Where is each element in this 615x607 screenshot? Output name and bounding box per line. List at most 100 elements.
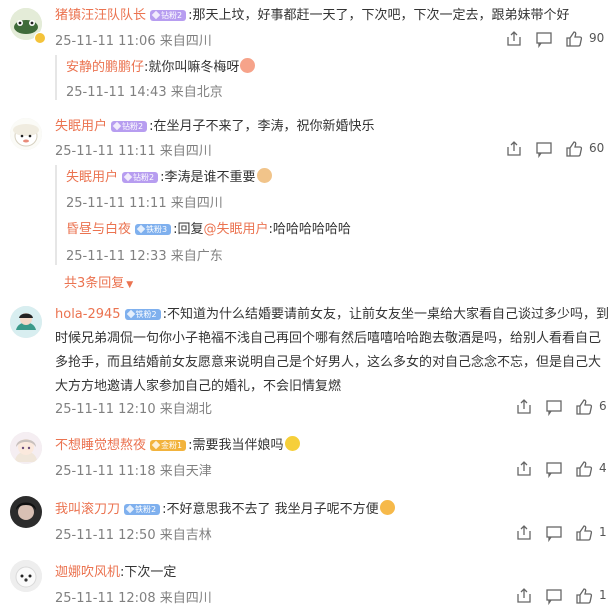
comment-actions: 6 bbox=[515, 398, 615, 418]
avatar[interactable] bbox=[10, 496, 42, 528]
reply-username[interactable]: 失眠用户 bbox=[66, 170, 118, 185]
comment-icon[interactable] bbox=[535, 140, 553, 158]
share-icon[interactable] bbox=[505, 140, 523, 158]
comment-actions: 4 bbox=[515, 460, 615, 480]
comment-icon[interactable] bbox=[535, 30, 553, 48]
fan-badge-label: 铁粉2 bbox=[135, 310, 157, 319]
more-replies-link[interactable]: 共3条回复 ▼ bbox=[64, 272, 133, 291]
reply-meta: 25-11-11 14:43 来自北京 bbox=[66, 85, 223, 100]
comment-icon[interactable] bbox=[545, 587, 563, 605]
comment-line: 失眠用户 钻粉2:在坐月子不来了，李涛，祝你新婚快乐 bbox=[55, 118, 375, 136]
reply-line: 失眠用户 钻粉2 :李涛是谁不重要 bbox=[66, 168, 272, 187]
comment-line: hola-2945 铁粉2 :不知道为什么结婚要请前女友，让前女友坐一桌给大家看自己… bbox=[55, 306, 609, 324]
comment-icon[interactable] bbox=[545, 524, 563, 542]
like-icon[interactable] bbox=[575, 524, 593, 542]
like-icon[interactable] bbox=[575, 398, 593, 416]
like-count: 4 bbox=[599, 461, 607, 475]
fan-badge-label: 钻粉2 bbox=[133, 173, 155, 182]
avatar[interactable] bbox=[10, 432, 42, 464]
comment-text: :不知道为什么结婚要请前女友，让前女友坐一桌给大家看自己谈过多少吗，到 bbox=[162, 307, 610, 322]
chevron-down-icon: ▼ bbox=[126, 280, 134, 290]
comment-meta: 25-11-11 12:10 来自湖北 bbox=[55, 402, 212, 417]
username[interactable]: 不想睡觉想熬夜 bbox=[55, 438, 146, 453]
like-icon[interactable] bbox=[575, 587, 593, 605]
like-count: 6 bbox=[599, 399, 607, 413]
like-icon[interactable] bbox=[575, 460, 593, 478]
reply-text: :就你叫嘛冬梅呀 bbox=[144, 60, 240, 75]
like-count: 1 bbox=[599, 525, 607, 539]
comment-item: 我叫滚刀刀 铁粉2 :不好意思我不去了 我坐月子呢不方便 25-11-11 12:5… bbox=[0, 492, 615, 547]
reply-username[interactable]: 安静的鹏鹏仔 bbox=[66, 60, 144, 75]
reply-text: :李涛是谁不重要 bbox=[160, 170, 256, 185]
diamond-icon bbox=[151, 10, 161, 20]
share-icon[interactable] bbox=[515, 587, 533, 605]
more-replies-label: 共3条回复 bbox=[64, 276, 125, 291]
comment-meta: 25-11-11 11:18 来自天津 bbox=[55, 464, 212, 479]
avatar[interactable] bbox=[10, 560, 42, 592]
comment-item: 不想睡觉想熬夜 金粉1:需要我当伴娘吗 25-11-11 11:18 来自天津 4 bbox=[0, 428, 615, 483]
reply-text: :哈哈哈哈哈哈 bbox=[268, 222, 351, 237]
avatar[interactable] bbox=[10, 306, 42, 338]
comment-text: :那天上坟，好事都赶一天了，下次吧，下次一定去，跟弟妹带个好 bbox=[188, 8, 570, 23]
reply-prefix: :回复 bbox=[173, 222, 204, 237]
like-icon[interactable] bbox=[565, 30, 583, 48]
comment-meta: 25-11-11 11:11 来自四川 bbox=[55, 144, 212, 159]
fan-badge: 铁粉2 bbox=[124, 309, 161, 320]
comment-text: 大方方地邀请人家参加自己的婚礼，不会旧情复燃 bbox=[55, 379, 342, 394]
username[interactable]: 失眠用户 bbox=[55, 119, 107, 134]
fan-badge: 钻粉2 bbox=[122, 172, 159, 183]
fan-badge-label: 钻粉2 bbox=[122, 122, 144, 131]
comment-icon[interactable] bbox=[545, 460, 563, 478]
diamond-icon bbox=[136, 224, 146, 234]
fan-badge: 铁粉2 bbox=[124, 504, 161, 515]
like-count: 90 bbox=[589, 31, 605, 45]
reply-meta: 25-11-11 11:11 来自四川 bbox=[66, 196, 223, 211]
share-icon[interactable] bbox=[515, 524, 533, 542]
fan-badge: 铁粉3 bbox=[135, 224, 172, 235]
reply-meta: 25-11-11 12:33 来自广东 bbox=[66, 249, 223, 264]
diamond-icon bbox=[123, 172, 133, 182]
comment-text: :下次一定 bbox=[120, 565, 177, 580]
comment-meta: 25-11-11 11:06 来自四川 bbox=[55, 34, 212, 49]
comment-line: 我叫滚刀刀 铁粉2 :不好意思我不去了 我坐月子呢不方便 bbox=[55, 500, 395, 519]
comment-item: 猪镇汪汪队队长 钻粉2:那天上坟，好事都赶一天了，下次吧，下次一定去，跟弟妹带个好… bbox=[0, 0, 615, 110]
comment-actions: 1 bbox=[515, 587, 615, 607]
username[interactable]: 我叫滚刀刀 bbox=[55, 502, 120, 517]
comment-text: 多抢手，而且结婚前女友愿意来说明自己是个好男人，这么多女的对自己念念不忘，但是自… bbox=[55, 355, 602, 370]
reply-line: 安静的鹏鹏仔:就你叫嘛冬梅呀 bbox=[66, 58, 256, 77]
reply-username[interactable]: 昏昼与白夜 bbox=[66, 222, 131, 237]
comment-item: 迦娜吹风机:下次一定 25-11-11 12:08 来自四川 1 bbox=[0, 556, 615, 606]
comment-actions: 1 bbox=[515, 524, 615, 544]
avatar[interactable] bbox=[10, 118, 42, 150]
username[interactable]: hola-2945 bbox=[55, 307, 121, 322]
share-icon[interactable] bbox=[515, 460, 533, 478]
verified-badge-icon bbox=[34, 32, 46, 44]
shy-emoji-icon bbox=[240, 58, 256, 73]
comment-actions: 60 bbox=[505, 140, 615, 160]
comment-text: :需要我当伴娘吗 bbox=[188, 438, 284, 453]
comment-text: 时候兄弟凋侃一句你小子艳福不浅自己再回个哪有然后嘻嘻哈哈跑去敬酒是吗，给别人看看… bbox=[55, 331, 602, 346]
username[interactable]: 迦娜吹风机 bbox=[55, 565, 120, 580]
reply-list: 安静的鹏鹏仔:就你叫嘛冬梅呀 25-11-11 14:43 来自北京 bbox=[55, 55, 615, 100]
comment-item: 失眠用户 钻粉2:在坐月子不来了，李涛，祝你新婚快乐 25-11-11 11:11… bbox=[0, 110, 615, 291]
diamond-icon bbox=[125, 504, 135, 514]
blush-emoji-icon bbox=[379, 500, 395, 515]
reply-line: 昏昼与白夜 铁粉3 :回复@失眠用户:哈哈哈哈哈哈 bbox=[66, 221, 351, 239]
fan-badge: 钻粉2 bbox=[150, 10, 187, 21]
share-icon[interactable] bbox=[515, 398, 533, 416]
username[interactable]: 猪镇汪汪队队长 bbox=[55, 8, 146, 23]
comment-item: hola-2945 铁粉2 :不知道为什么结婚要请前女友，让前女友坐一桌给大家看自己… bbox=[0, 300, 615, 420]
comment-line: 迦娜吹风机:下次一定 bbox=[55, 564, 176, 582]
fan-badge-label: 铁粉2 bbox=[135, 505, 157, 514]
like-icon[interactable] bbox=[565, 140, 583, 158]
like-count: 60 bbox=[589, 141, 605, 155]
comment-meta: 25-11-11 12:50 来自吉林 bbox=[55, 528, 212, 543]
comment-icon[interactable] bbox=[545, 398, 563, 416]
mention-link[interactable]: @失眠用户 bbox=[204, 222, 269, 237]
share-icon[interactable] bbox=[505, 30, 523, 48]
comment-line: 不想睡觉想熬夜 金粉1:需要我当伴娘吗 bbox=[55, 436, 300, 455]
fan-badge-label: 铁粉3 bbox=[146, 225, 168, 234]
diamond-icon bbox=[151, 440, 161, 450]
dog-emoji-icon bbox=[256, 168, 272, 183]
comment-text: :不好意思我不去了 我坐月子呢不方便 bbox=[162, 502, 379, 517]
